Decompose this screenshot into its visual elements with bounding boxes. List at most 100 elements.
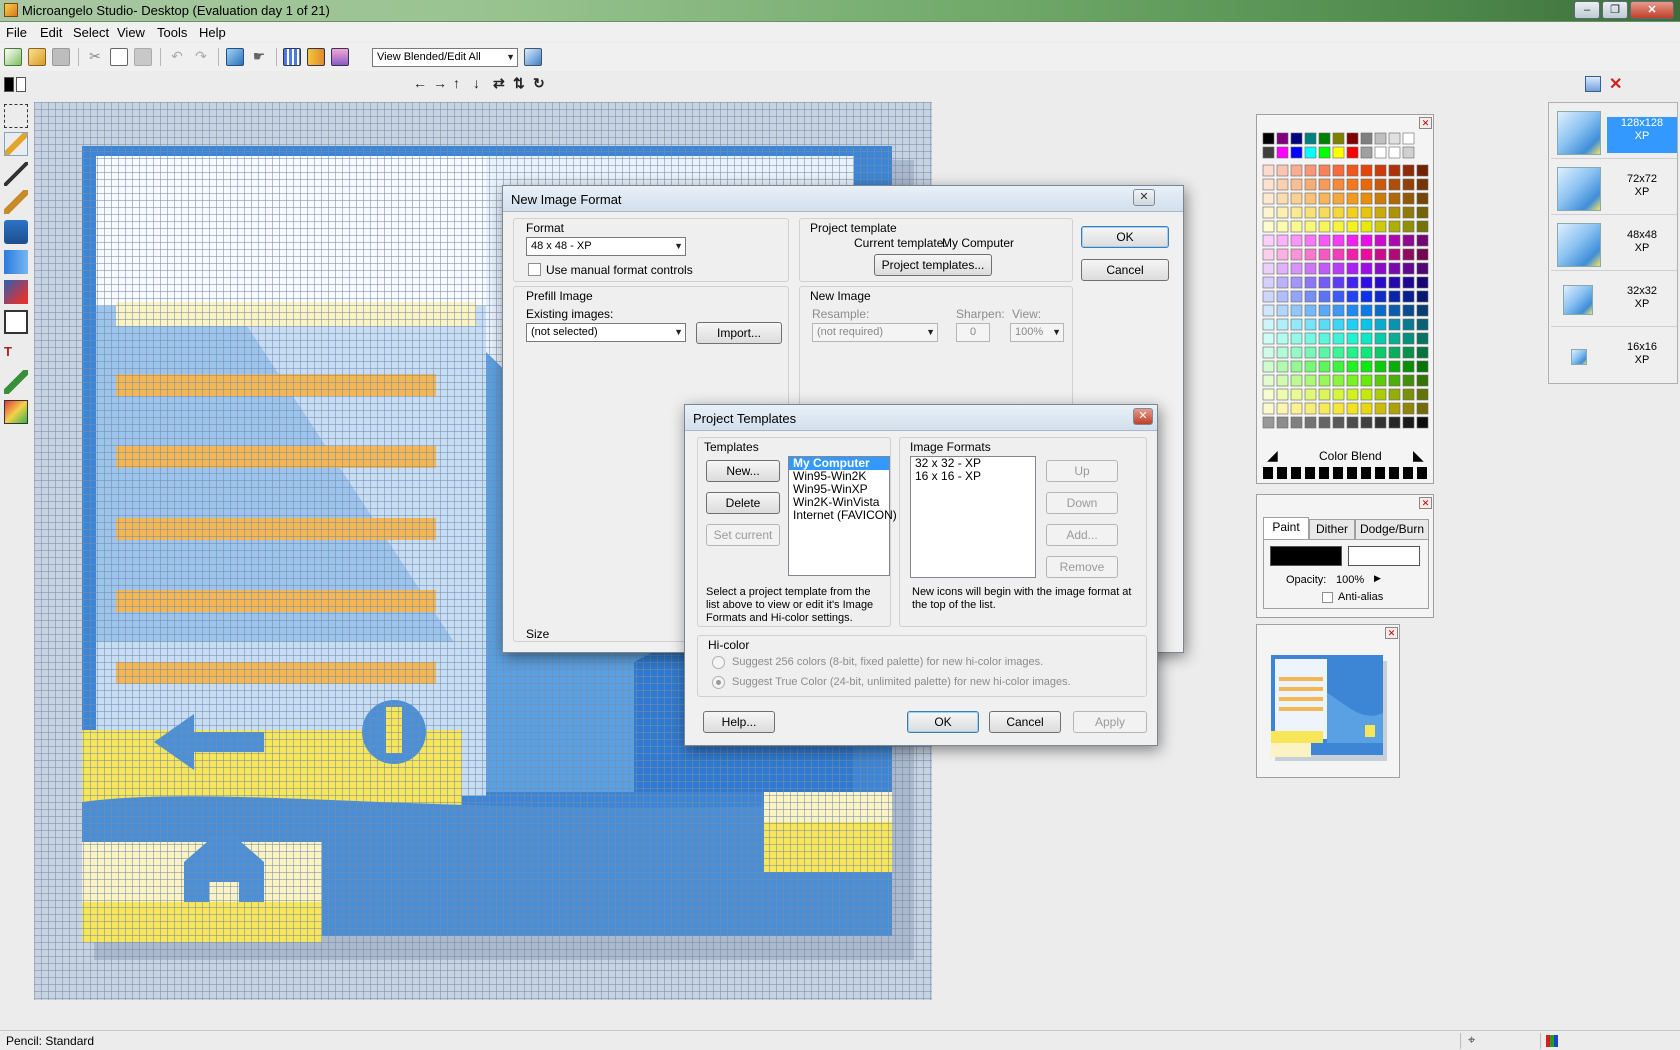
palette-swatch[interactable] <box>1276 164 1289 177</box>
palette-swatch[interactable] <box>1304 248 1317 261</box>
palette-swatch[interactable] <box>1346 388 1359 401</box>
eyedropper-tool-icon[interactable] <box>4 370 28 394</box>
palette-swatch[interactable] <box>1416 402 1429 415</box>
select-tool-icon[interactable] <box>4 104 28 128</box>
close-icon[interactable]: ✕ <box>1419 117 1432 129</box>
palette-swatch[interactable] <box>1276 304 1289 317</box>
format-item-128[interactable]: 128x128 XP <box>1551 105 1677 159</box>
palette-swatch[interactable] <box>1262 132 1275 145</box>
palette-swatch[interactable] <box>1304 374 1317 387</box>
palette-swatch[interactable] <box>1388 304 1401 317</box>
rotate-icon[interactable]: ↻ <box>533 75 545 92</box>
shift-right-icon[interactable]: → <box>433 75 447 91</box>
palette-swatch[interactable] <box>1262 262 1275 275</box>
palette-swatch[interactable] <box>1318 234 1331 247</box>
hicolor-truecolor-radio[interactable] <box>712 676 725 689</box>
palette-swatch[interactable] <box>1332 206 1345 219</box>
palette-swatch[interactable] <box>1262 234 1275 247</box>
palette-swatch[interactable] <box>1304 164 1317 177</box>
palette-swatch[interactable] <box>1374 220 1387 233</box>
palette-swatch[interactable] <box>1318 360 1331 373</box>
palette-swatch[interactable] <box>1388 248 1401 261</box>
palette-swatch[interactable] <box>1360 178 1373 191</box>
existing-images-select[interactable]: (not selected) ▼ <box>526 323 686 342</box>
cancel-button[interactable]: Cancel <box>989 711 1061 733</box>
palette-swatch[interactable] <box>1360 388 1373 401</box>
palette-swatch[interactable] <box>1332 276 1345 289</box>
palette-swatch[interactable] <box>1290 360 1303 373</box>
palette-swatch[interactable] <box>1360 318 1373 331</box>
close-icon[interactable]: ✕ <box>1133 408 1153 425</box>
palette-swatch[interactable] <box>1332 388 1345 401</box>
new-image-icon[interactable] <box>226 48 244 66</box>
palette-swatch[interactable] <box>1262 290 1275 303</box>
palette-swatch[interactable] <box>1318 374 1331 387</box>
recolor-tool-icon[interactable] <box>4 280 28 304</box>
palette-swatch[interactable] <box>1304 262 1317 275</box>
set-current-button[interactable]: Set current <box>706 524 780 546</box>
palette-swatch[interactable] <box>1318 346 1331 359</box>
remove-format-button[interactable]: Remove <box>1046 556 1118 578</box>
palette-swatch[interactable] <box>1290 290 1303 303</box>
ok-button[interactable]: OK <box>907 711 979 733</box>
palette-swatch[interactable] <box>1346 402 1359 415</box>
palette-swatch[interactable] <box>1332 416 1345 429</box>
palette-swatch[interactable] <box>1304 178 1317 191</box>
blend-end-icon[interactable]: ◣ <box>1413 447 1424 464</box>
palette-swatch[interactable] <box>1262 206 1275 219</box>
palette-swatch[interactable] <box>1318 192 1331 205</box>
palette-swatch[interactable] <box>1374 178 1387 191</box>
palette-swatch[interactable] <box>1388 234 1401 247</box>
palette-swatch[interactable] <box>1346 276 1359 289</box>
palette-swatch[interactable] <box>1374 132 1387 145</box>
template-item-favicon[interactable]: Internet (FAVICON) <box>789 509 897 522</box>
chevron-right-icon[interactable]: ▶ <box>1374 573 1381 584</box>
palette-swatch[interactable] <box>1290 146 1303 159</box>
palette-swatch[interactable] <box>1318 276 1331 289</box>
palette-swatch[interactable] <box>1388 262 1401 275</box>
palette-swatch[interactable] <box>1276 402 1289 415</box>
close-icon[interactable]: ✕ <box>1133 189 1155 206</box>
menu-help[interactable]: Help <box>199 25 226 40</box>
palette-swatch[interactable] <box>1276 388 1289 401</box>
close-icon[interactable]: ✕ <box>1630 1 1674 19</box>
palette-swatch[interactable] <box>1416 346 1429 359</box>
palette-swatch[interactable] <box>1332 332 1345 345</box>
palette-swatch[interactable] <box>1262 164 1275 177</box>
float-panel-icon[interactable] <box>1585 76 1601 92</box>
palette-swatch[interactable] <box>1388 132 1401 145</box>
palette-swatch[interactable] <box>1402 290 1415 303</box>
palette-swatch[interactable] <box>1332 304 1345 317</box>
menu-edit[interactable]: Edit <box>40 25 62 40</box>
palette-swatch[interactable] <box>1290 220 1303 233</box>
palette-swatch[interactable] <box>1346 164 1359 177</box>
palette-swatch[interactable] <box>1402 346 1415 359</box>
palette-swatch[interactable] <box>1402 146 1415 159</box>
palette-swatch[interactable] <box>1290 416 1303 429</box>
palette-swatch[interactable] <box>1290 248 1303 261</box>
foreground-color-swatch[interactable] <box>4 77 14 92</box>
palette-swatch[interactable] <box>1276 220 1289 233</box>
sharpen-stepper[interactable]: 0 <box>956 323 990 342</box>
palette-swatch[interactable] <box>1416 416 1429 429</box>
palette-swatch[interactable] <box>1360 206 1373 219</box>
cancel-button[interactable]: Cancel <box>1081 259 1169 281</box>
palette-swatch[interactable] <box>1318 132 1331 145</box>
palette-swatch[interactable] <box>1388 360 1401 373</box>
palette-swatch[interactable] <box>1332 346 1345 359</box>
palette-swatch[interactable] <box>1276 374 1289 387</box>
palette-swatch[interactable] <box>1262 178 1275 191</box>
palette-swatch[interactable] <box>1318 220 1331 233</box>
palette-swatch[interactable] <box>1276 234 1289 247</box>
menu-view[interactable]: View <box>117 25 145 40</box>
palette-swatch[interactable] <box>1332 248 1345 261</box>
palette-swatch[interactable] <box>1276 332 1289 345</box>
palette-swatch[interactable] <box>1262 388 1275 401</box>
pencil-tool-icon[interactable] <box>4 132 28 156</box>
palette-swatch[interactable] <box>1276 132 1289 145</box>
palette-swatch[interactable] <box>1290 164 1303 177</box>
palette-swatch[interactable] <box>1290 318 1303 331</box>
palette-swatch[interactable] <box>1304 206 1317 219</box>
shift-up-icon[interactable]: ↑ <box>453 75 460 91</box>
delete-template-button[interactable]: Delete <box>706 492 780 514</box>
